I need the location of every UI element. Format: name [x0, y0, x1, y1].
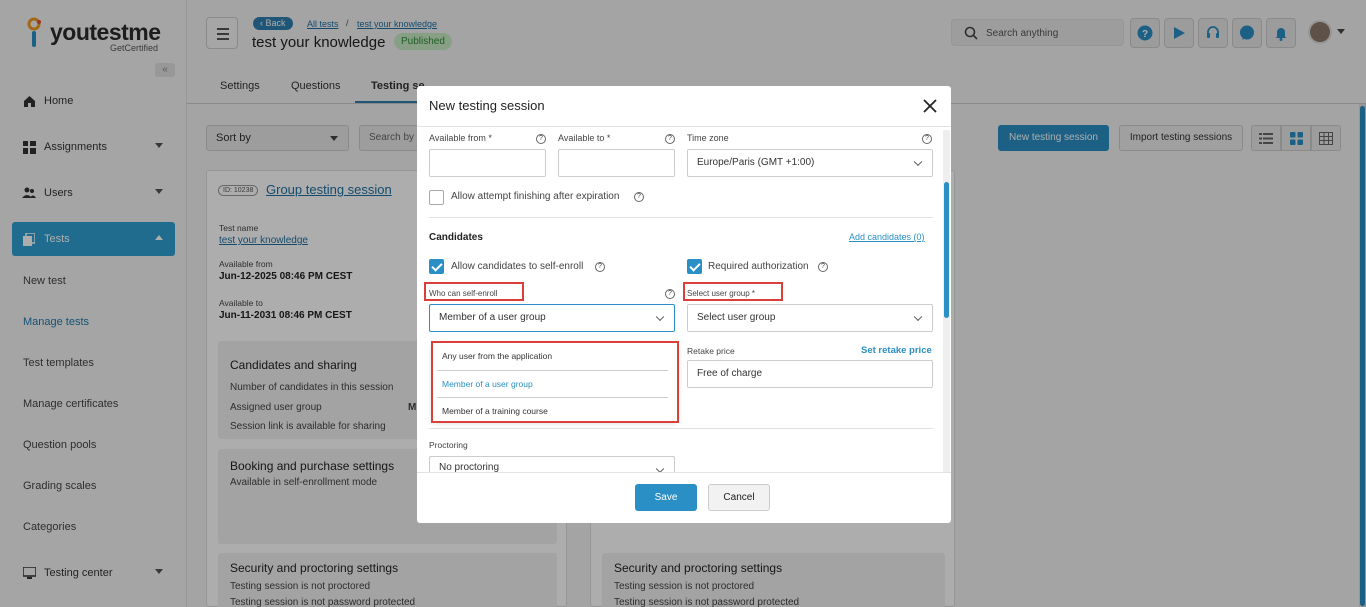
- allow-finish-label: Allow attempt finishing after expiration: [451, 191, 620, 202]
- retake-price-input[interactable]: Free of charge: [687, 360, 933, 388]
- help-icon[interactable]: ?: [922, 134, 932, 144]
- retake-price-label: Retake price: [687, 346, 735, 356]
- help-icon[interactable]: ?: [818, 262, 828, 272]
- self-enroll-checkbox[interactable]: [429, 259, 444, 274]
- save-button[interactable]: Save: [635, 484, 697, 511]
- timezone-label: Time zone: [687, 133, 729, 143]
- new-testing-session-dialog: New testing session Available from * ? A…: [417, 86, 951, 523]
- proctoring-label: Proctoring: [429, 440, 468, 450]
- divider: [429, 428, 933, 429]
- help-icon[interactable]: ?: [634, 192, 644, 202]
- highlight-box: [424, 282, 524, 301]
- self-enroll-label: Allow candidates to self-enroll: [451, 261, 584, 272]
- set-retake-price-link[interactable]: Set retake price: [861, 345, 932, 356]
- help-icon[interactable]: ?: [665, 134, 675, 144]
- required-authorization-label: Required authorization: [708, 261, 809, 272]
- chevron-down-icon: [913, 312, 923, 322]
- dialog-title: New testing session: [429, 98, 545, 113]
- available-from-label: Available from *: [429, 133, 492, 143]
- available-to-label: Available to *: [558, 133, 611, 143]
- close-icon[interactable]: [922, 98, 938, 114]
- timezone-select[interactable]: Europe/Paris (GMT +1:00): [687, 149, 933, 177]
- highlight-box: [683, 282, 783, 301]
- allow-finish-checkbox[interactable]: [429, 190, 444, 205]
- highlight-box: [431, 341, 679, 423]
- user-group-select[interactable]: Select user group: [687, 304, 933, 332]
- divider: [429, 217, 933, 218]
- help-icon[interactable]: ?: [595, 262, 605, 272]
- retake-price-value: Free of charge: [697, 368, 763, 379]
- available-from-input[interactable]: [429, 149, 546, 177]
- who-can-self-enroll-value: Member of a user group: [439, 312, 546, 323]
- divider: [417, 472, 951, 473]
- timezone-value: Europe/Paris (GMT +1:00): [697, 157, 815, 168]
- required-authorization-checkbox[interactable]: [687, 259, 702, 274]
- dialog-scrollbar[interactable]: [943, 130, 950, 473]
- help-icon[interactable]: ?: [536, 134, 546, 144]
- who-can-self-enroll-select[interactable]: Member of a user group: [429, 304, 675, 332]
- available-to-input[interactable]: [558, 149, 675, 177]
- user-group-value: Select user group: [697, 312, 776, 323]
- scrollbar-thumb[interactable]: [944, 182, 949, 318]
- help-icon[interactable]: ?: [665, 289, 675, 299]
- add-candidates-link[interactable]: Add candidates (0): [849, 232, 925, 242]
- cancel-button[interactable]: Cancel: [708, 484, 770, 511]
- chevron-down-icon: [655, 312, 665, 322]
- chevron-down-icon: [913, 157, 923, 167]
- candidates-heading: Candidates: [429, 232, 483, 243]
- proctoring-select[interactable]: No proctoring: [429, 456, 675, 473]
